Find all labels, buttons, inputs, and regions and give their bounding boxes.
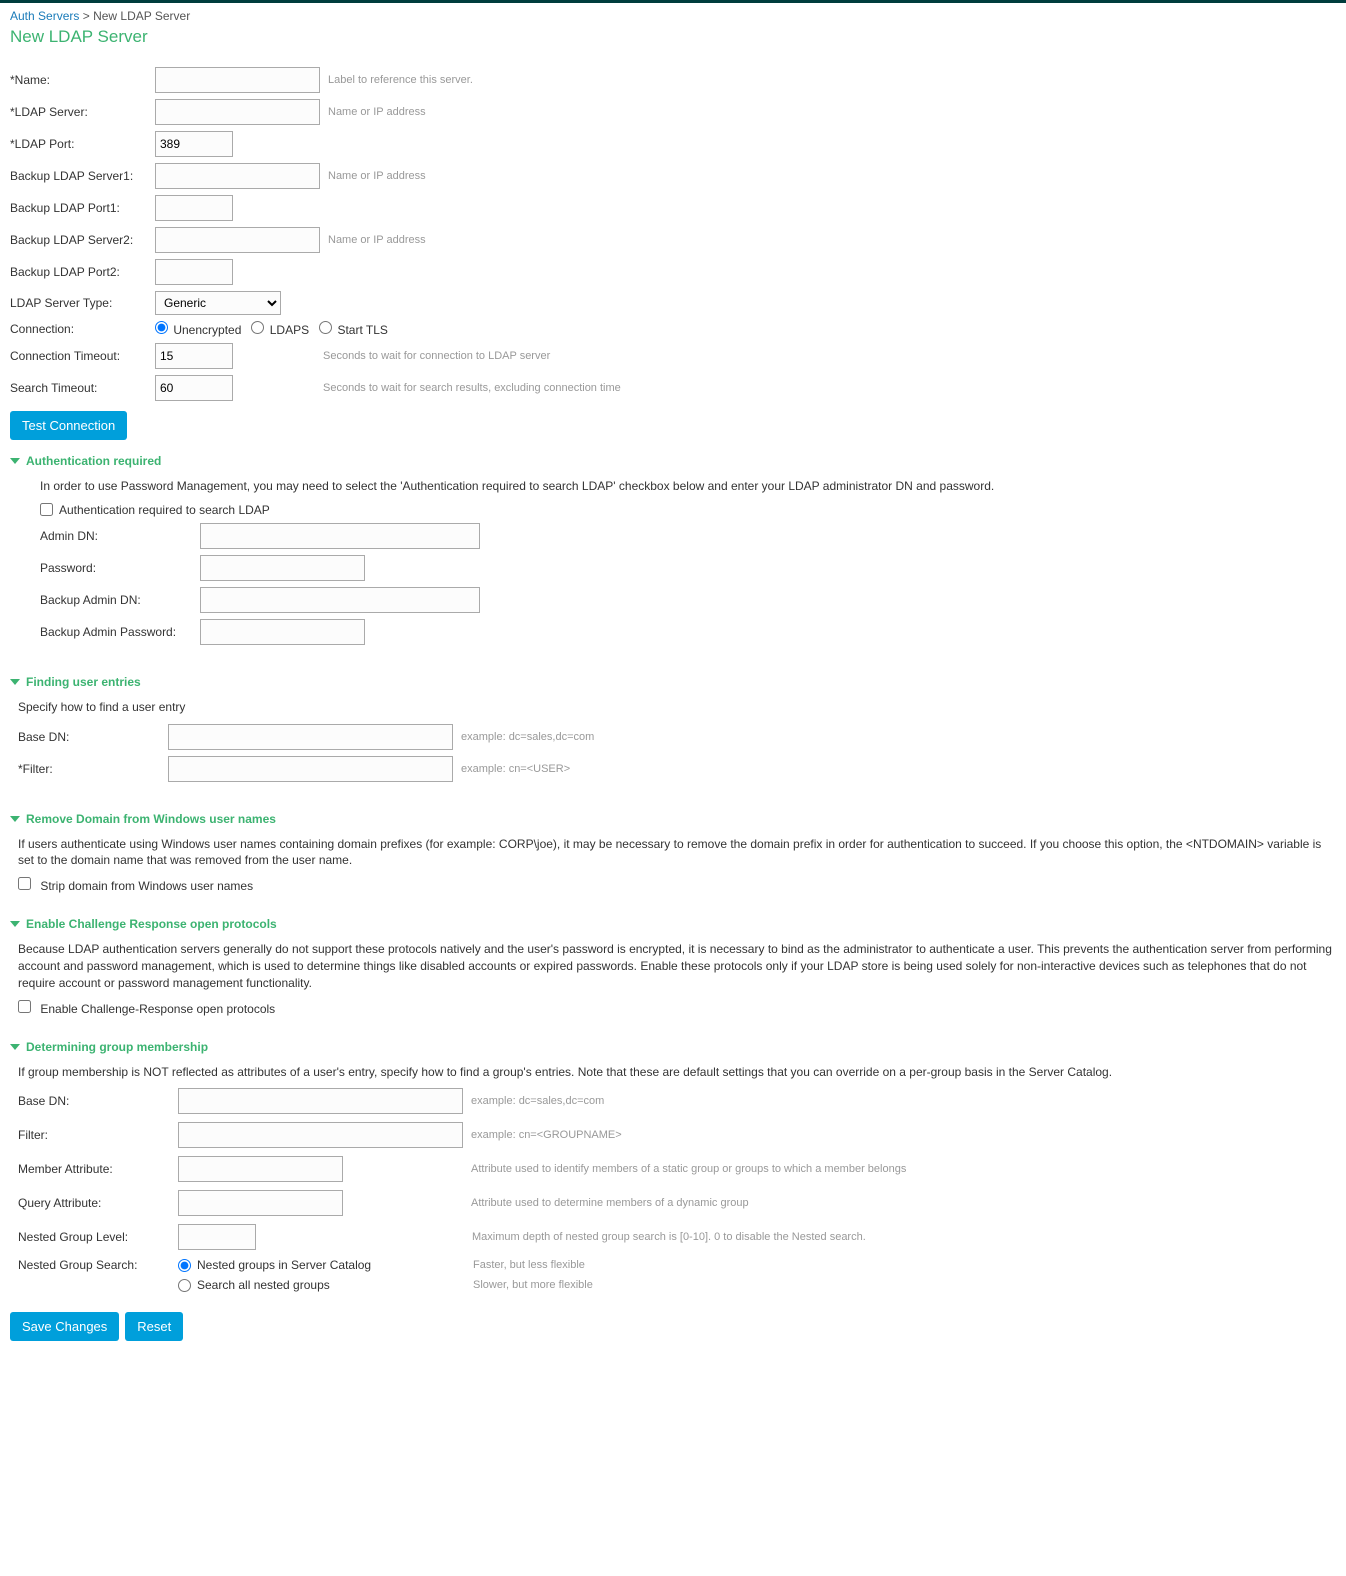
member-attr-input[interactable] <box>178 1156 343 1182</box>
checkbox-challenge-response[interactable] <box>18 1000 31 1013</box>
hint-user-filter: example: cn=<USER> <box>461 763 570 775</box>
radio-unencrypted-label: Unencrypted <box>173 323 241 337</box>
label-ldap-port: *LDAP Port: <box>10 137 155 151</box>
label-member-attr: Member Attribute: <box>18 1162 178 1176</box>
backup-admin-password-input[interactable] <box>200 619 365 645</box>
hint-user-base-dn: example: dc=sales,dc=com <box>461 731 594 743</box>
admin-dn-input[interactable] <box>200 523 480 549</box>
chevron-down-icon <box>10 677 20 687</box>
user-base-dn-input[interactable] <box>168 724 453 750</box>
hint-name: Label to reference this server. <box>328 74 473 86</box>
hint-group-filter: example: cn=<GROUPNAME> <box>471 1129 622 1141</box>
ldap-port-input[interactable] <box>155 131 233 157</box>
label-server-type: LDAP Server Type: <box>10 296 155 310</box>
label-search-timeout: Search Timeout: <box>10 381 155 395</box>
backup2-server-input[interactable] <box>155 227 320 253</box>
label-backup1-port: Backup LDAP Port1: <box>10 201 155 215</box>
label-backup-admin-dn: Backup Admin DN: <box>40 593 200 607</box>
label-nested-search: Nested Group Search: <box>18 1258 178 1272</box>
radio-nested-search-all[interactable] <box>178 1279 191 1292</box>
group-description: If group membership is NOT reflected as … <box>10 1064 1336 1081</box>
label-connection: Connection: <box>10 322 155 336</box>
chevron-down-icon <box>10 919 20 929</box>
label-group-filter: Filter: <box>18 1128 178 1142</box>
group-base-dn-input[interactable] <box>178 1088 463 1114</box>
label-backup2-port: Backup LDAP Port2: <box>10 265 155 279</box>
section-finding-user-entries[interactable]: Finding user entries <box>10 675 1336 689</box>
label-group-base-dn: Base DN: <box>18 1094 178 1108</box>
password-input[interactable] <box>200 555 365 581</box>
hint-nested-opt1: Faster, but less flexible <box>473 1259 585 1271</box>
server-type-select[interactable]: Generic <box>155 291 281 315</box>
save-changes-button[interactable]: Save Changes <box>10 1312 119 1341</box>
backup-admin-dn-input[interactable] <box>200 587 480 613</box>
backup2-port-input[interactable] <box>155 259 233 285</box>
section-auth-required[interactable]: Authentication required <box>10 454 1336 468</box>
hint-member-attr: Attribute used to identify members of a … <box>471 1163 906 1175</box>
label-password: Password: <box>40 561 200 575</box>
checkbox-challenge-response-label: Enable Challenge-Response open protocols <box>40 1002 275 1016</box>
challenge-description: Because LDAP authentication servers gene… <box>10 941 1336 991</box>
label-query-attr: Query Attribute: <box>18 1196 178 1210</box>
label-backup1-server: Backup LDAP Server1: <box>10 169 155 183</box>
query-attr-input[interactable] <box>178 1190 343 1216</box>
breadcrumb-link-auth-servers[interactable]: Auth Servers <box>10 9 79 23</box>
remove-domain-description: If users authenticate using Windows user… <box>10 836 1336 870</box>
search-timeout-input[interactable] <box>155 375 233 401</box>
user-filter-input[interactable] <box>168 756 453 782</box>
label-user-base-dn: Base DN: <box>18 730 168 744</box>
backup1-port-input[interactable] <box>155 195 233 221</box>
conn-timeout-input[interactable] <box>155 343 233 369</box>
section-remove-domain[interactable]: Remove Domain from Windows user names <box>10 812 1336 826</box>
label-name: *Name: <box>10 73 155 87</box>
ldap-server-input[interactable] <box>155 99 320 125</box>
checkbox-strip-domain-label: Strip domain from Windows user names <box>40 879 253 893</box>
radio-ldaps-label: LDAPS <box>270 323 309 337</box>
finding-description: Specify how to find a user entry <box>10 699 1336 716</box>
checkbox-auth-required-label: Authentication required to search LDAP <box>59 503 270 517</box>
label-user-filter: *Filter: <box>18 762 168 776</box>
label-ldap-server: *LDAP Server: <box>10 105 155 119</box>
hint-backup2-server: Name or IP address <box>328 234 426 246</box>
radio-nested-server-catalog-label: Nested groups in Server Catalog <box>197 1258 397 1272</box>
test-connection-button[interactable]: Test Connection <box>10 411 127 440</box>
auth-req-description: In order to use Password Management, you… <box>10 478 1336 495</box>
hint-backup1-server: Name or IP address <box>328 170 426 182</box>
chevron-down-icon <box>10 814 20 824</box>
radio-starttls-label: Start TLS <box>337 323 387 337</box>
page-title: New LDAP Server <box>10 27 1336 47</box>
hint-search-timeout: Seconds to wait for search results, excl… <box>323 382 621 394</box>
section-group-membership[interactable]: Determining group membership <box>10 1040 1336 1054</box>
hint-conn-timeout: Seconds to wait for connection to LDAP s… <box>323 350 550 362</box>
chevron-down-icon <box>10 456 20 466</box>
breadcrumb: Auth Servers > New LDAP Server <box>10 9 1336 23</box>
radio-ldaps[interactable] <box>251 321 264 334</box>
checkbox-auth-required[interactable] <box>40 503 53 516</box>
section-challenge-response[interactable]: Enable Challenge Response open protocols <box>10 917 1336 931</box>
nested-level-input[interactable] <box>178 1224 256 1250</box>
label-backup-admin-pw: Backup Admin Password: <box>40 625 200 639</box>
hint-nested-opt2: Slower, but more flexible <box>473 1279 593 1291</box>
label-nested-level: Nested Group Level: <box>18 1230 178 1244</box>
checkbox-strip-domain[interactable] <box>18 877 31 890</box>
reset-button[interactable]: Reset <box>125 1312 183 1341</box>
hint-group-base-dn: example: dc=sales,dc=com <box>471 1095 604 1107</box>
radio-nested-search-all-label: Search all nested groups <box>197 1278 397 1292</box>
backup1-server-input[interactable] <box>155 163 320 189</box>
group-filter-input[interactable] <box>178 1122 463 1148</box>
name-input[interactable] <box>155 67 320 93</box>
hint-query-attr: Attribute used to determine members of a… <box>471 1197 749 1209</box>
hint-nested-level: Maximum depth of nested group search is … <box>472 1231 866 1243</box>
hint-ldap-server: Name or IP address <box>328 106 426 118</box>
label-admin-dn: Admin DN: <box>40 529 200 543</box>
radio-starttls[interactable] <box>319 321 332 334</box>
chevron-down-icon <box>10 1042 20 1052</box>
label-conn-timeout: Connection Timeout: <box>10 349 155 363</box>
radio-unencrypted[interactable] <box>155 321 168 334</box>
radio-nested-server-catalog[interactable] <box>178 1259 191 1272</box>
label-backup2-server: Backup LDAP Server2: <box>10 233 155 247</box>
